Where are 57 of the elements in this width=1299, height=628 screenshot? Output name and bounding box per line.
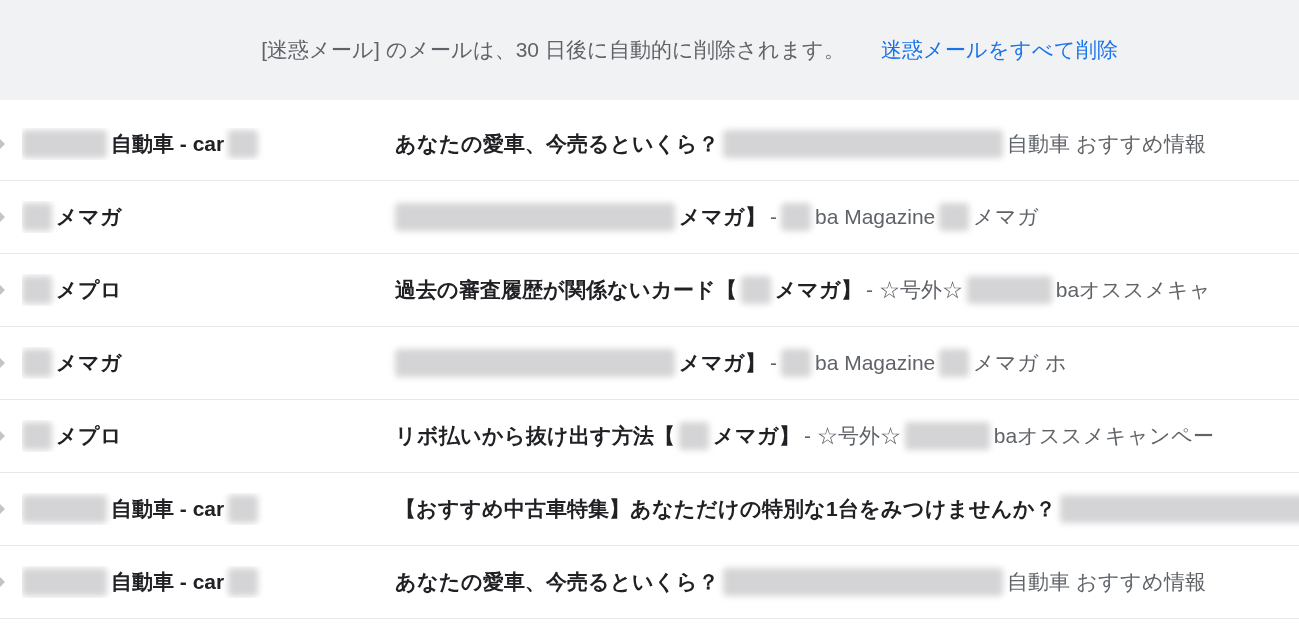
email-snippet: 自動車 おすすめ情報 <box>1007 131 1206 158</box>
email-row[interactable]: メマガ メマガ】 - ba Magazine メマガ <box>0 181 1299 254</box>
importance-marker-icon[interactable] <box>0 138 8 150</box>
email-subject: 【おすすめ中古車特集】あなただけの特別な1台をみつけませんか？ <box>395 496 1056 523</box>
email-snippet: - <box>770 204 777 231</box>
blurred-text <box>679 422 709 450</box>
email-snippet: - <box>770 350 777 377</box>
blurred-text <box>939 349 970 377</box>
blurred-text <box>228 568 259 596</box>
blurred-text <box>22 349 52 377</box>
banner-message: [迷惑メール] のメールは、30 日後に自動的に削除されます。 <box>261 37 845 64</box>
email-subject: リボ払いから抜け出す方法【 <box>395 423 675 450</box>
importance-marker-icon[interactable] <box>0 357 8 369</box>
delete-all-spam-link[interactable]: 迷惑メールをすべて削除 <box>880 34 1118 66</box>
email-subject: メマガ】 <box>679 350 766 377</box>
blurred-text <box>22 422 52 450</box>
email-snippet: ba Magazine <box>815 350 936 377</box>
email-snippet: baオススメキャンペー <box>993 423 1215 450</box>
sender-name: メマガ <box>56 204 122 231</box>
email-subject: 過去の審査履歴が関係ないカード【 <box>395 277 737 304</box>
blurred-text <box>741 276 771 304</box>
email-subject: あなたの愛車、今売るといくら？ <box>395 131 719 158</box>
email-snippet: - ☆号外☆ <box>804 423 901 450</box>
importance-marker-icon[interactable] <box>0 576 8 588</box>
email-snippet: ba Magazine <box>815 204 936 231</box>
importance-marker-icon[interactable] <box>0 430 8 442</box>
sender-name: 自動車 - car <box>111 496 225 523</box>
email-snippet: baオススメキャ <box>1055 277 1212 304</box>
blurred-text <box>22 276 52 304</box>
email-snippet: メマガ ホ <box>973 350 1068 377</box>
sender-name: 自動車 - car <box>111 131 225 158</box>
sender-name: 自動車 - car <box>111 569 225 596</box>
email-row[interactable]: 自動車 - car あなたの愛車、今売るといくら？ 自動車 おすすめ情報 <box>0 108 1299 181</box>
blurred-text <box>781 203 811 231</box>
importance-marker-icon[interactable] <box>0 503 8 515</box>
sender-name: メマガ <box>56 350 122 377</box>
email-subject: あなたの愛車、今売るといくら？ <box>395 569 719 596</box>
importance-marker-icon[interactable] <box>0 211 8 223</box>
blurred-text <box>22 203 52 231</box>
email-row[interactable]: メマガ メマガ】 - ba Magazine メマガ ホ <box>0 327 1299 400</box>
importance-marker-icon[interactable] <box>0 284 8 296</box>
sender-name: メプロ <box>56 277 122 304</box>
sender-name: メプロ <box>56 423 122 450</box>
email-row[interactable]: 自動車 - car 【おすすめ中古車特集】あなただけの特別な1台をみつけませんか？ <box>0 473 1299 546</box>
email-row[interactable]: メプロ リボ払いから抜け出す方法【 メマガ】 - ☆号外☆ baオススメキャンペー <box>0 400 1299 473</box>
email-subject: メマガ】 <box>775 277 862 304</box>
email-subject: メマガ】 <box>679 204 766 231</box>
email-subject: メマガ】 <box>713 423 800 450</box>
email-row[interactable]: メプロ 過去の審査履歴が関係ないカード【 メマガ】 - ☆号外☆ baオススメキャ <box>0 254 1299 327</box>
email-snippet: 自動車 おすすめ情報 <box>1007 569 1206 596</box>
email-row[interactable]: 自動車 - car あなたの愛車、今売るといくら？ 自動車 おすすめ情報 <box>0 546 1299 619</box>
email-snippet: メマガ <box>973 204 1040 231</box>
blurred-text <box>228 495 259 523</box>
blurred-text <box>939 203 970 231</box>
email-snippet: - ☆号外☆ <box>866 277 963 304</box>
blurred-text <box>228 130 259 158</box>
blurred-text <box>781 349 811 377</box>
